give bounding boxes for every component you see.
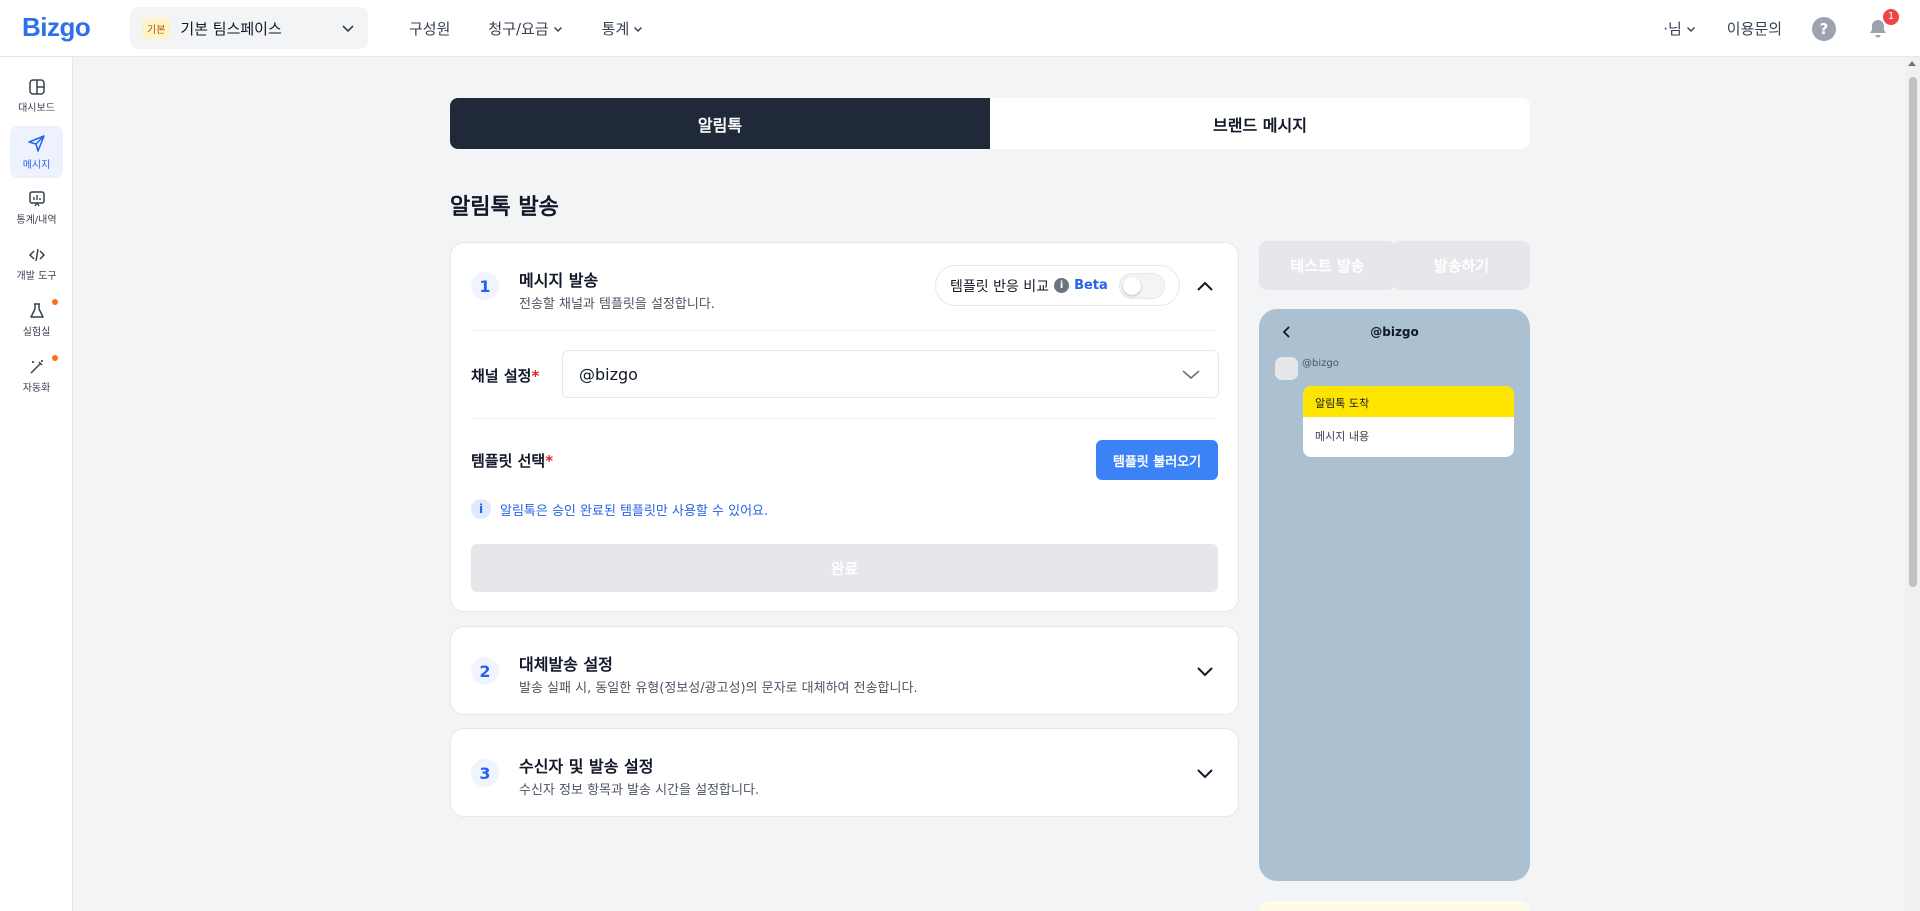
info-icon: i	[471, 499, 491, 519]
top-nav: 구성원 청구/요금 통계	[409, 0, 682, 57]
step-number: 1	[471, 272, 499, 300]
template-compare-label: 템플릿 반응 비교	[950, 278, 1050, 295]
section-description: 수신자 정보 항목과 발송 시간을 설정합니다.	[519, 783, 760, 798]
preview-message-bubble: 알림톡 도착 메시지 내용	[1303, 386, 1514, 457]
done-button[interactable]: 완료	[471, 544, 1218, 592]
template-label: 템플릿 선택*	[471, 450, 553, 471]
section-description: 발송 실패 시, 동일한 유형(정보성/광고성)의 문자로 대체하여 전송합니다…	[519, 681, 918, 696]
section-message-send: 1 메시지 발송 전송할 채널과 템플릿을 설정합니다. 템플릿 반응 비교 i…	[450, 242, 1239, 612]
sidebar-item-statistics[interactable]: 통계/내역	[10, 182, 63, 234]
message-type-tabs: 알림톡 브랜드 메시지	[450, 98, 1530, 149]
workspace-selector[interactable]: 기본 기본 팀스페이스	[130, 7, 368, 49]
avatar	[1275, 357, 1298, 380]
sidebar-item-dashboard[interactable]: 대시보드	[10, 70, 63, 122]
send-button[interactable]: 발송하기	[1393, 241, 1530, 290]
info-icon[interactable]: i	[1054, 278, 1070, 293]
sidebar-item-lab[interactable]: 실험실	[10, 294, 63, 346]
nav-members-label: 구성원	[409, 20, 451, 38]
magic-wand-icon	[28, 358, 46, 376]
inquiry-link[interactable]: 이용문의	[1727, 18, 1782, 39]
toggle-knob	[1122, 276, 1141, 295]
chevron-down-icon	[340, 20, 356, 36]
top-header: Bizgo 기본 기본 팀스페이스 구성원 청구/요금 통계 ·님 이용문의 ?…	[0, 0, 1920, 57]
dashboard-icon	[28, 78, 46, 96]
preview-sender: @bizgo	[1302, 358, 1339, 369]
load-template-button[interactable]: 템플릿 불러오기	[1096, 440, 1218, 480]
header-right: ·님 이용문의 ? 1	[1663, 0, 1899, 57]
channel-label-text: 채널 설정	[471, 367, 532, 385]
required-mark: *	[531, 367, 540, 385]
chevron-down-icon	[1685, 23, 1697, 35]
sidebar-item-label: 대시보드	[18, 103, 55, 114]
nav-billing[interactable]: 청구/요금	[488, 18, 563, 39]
tab-alimtalk[interactable]: 알림톡	[450, 98, 990, 149]
test-send-button[interactable]: 테스트 발송	[1259, 241, 1396, 290]
sidebar-item-message[interactable]: 메시지	[10, 126, 63, 178]
step-number: 2	[471, 657, 499, 685]
step-number: 3	[471, 759, 499, 787]
section-recipients[interactable]: 3 수신자 및 발송 설정 수신자 정보 항목과 발송 시간을 설정합니다.	[450, 728, 1239, 817]
notification-badge: 1	[1883, 8, 1899, 25]
sidebar-item-label: 메시지	[22, 160, 51, 171]
code-icon	[28, 246, 46, 264]
chevron-up-icon[interactable]	[1194, 276, 1216, 298]
chevron-down-icon[interactable]	[1194, 762, 1216, 784]
chevron-down-icon	[552, 23, 564, 35]
scroll-up-arrow-icon[interactable]	[1908, 61, 1916, 66]
message-preview: @bizgo @bizgo 알림톡 도착 메시지 내용	[1259, 309, 1530, 881]
sidebar-item-label: 개발 도구	[16, 271, 57, 282]
scrollbar-thumb[interactable]	[1909, 77, 1917, 587]
page-title: 알림톡 발송	[450, 195, 559, 220]
flask-icon	[28, 302, 46, 320]
channel-select[interactable]: @bizgo	[562, 350, 1219, 398]
user-name: ·님	[1663, 20, 1682, 38]
nav-statistics-label: 통계	[601, 20, 630, 38]
required-mark: *	[545, 452, 554, 470]
template-label-text: 템플릿 선택	[471, 452, 546, 470]
divider	[471, 418, 1218, 419]
section-title: 대체발송 설정	[519, 655, 613, 674]
new-indicator-dot	[52, 299, 58, 305]
chevron-down-icon	[1180, 363, 1202, 385]
workspace-name: 기본 팀스페이스	[180, 19, 282, 38]
template-compare-toggle[interactable]	[1118, 272, 1165, 299]
notification-bell-icon[interactable]: 1	[1866, 8, 1899, 41]
bizgo-logo[interactable]: Bizgo	[22, 12, 91, 43]
preview-channel-title: @bizgo	[1370, 325, 1419, 339]
user-menu[interactable]: ·님	[1663, 18, 1697, 39]
chevron-down-icon	[632, 23, 644, 35]
left-sidebar: 대시보드 메시지 통계/내역 개발 도구 실험실 자동화	[0, 57, 73, 911]
beta-badge: Beta	[1074, 278, 1108, 293]
help-icon[interactable]: ?	[1812, 16, 1836, 41]
channel-label: 채널 설정*	[471, 365, 539, 386]
nav-statistics[interactable]: 통계	[602, 18, 645, 39]
template-notice-text: 알림톡은 승인 완료된 템플릿만 사용할 수 있어요.	[500, 503, 769, 519]
bubble-header: 알림톡 도착	[1303, 386, 1514, 417]
section-title: 메시지 발송	[519, 271, 599, 290]
divider	[471, 330, 1218, 331]
chevron-down-icon[interactable]	[1194, 660, 1216, 682]
sidebar-item-automation[interactable]: 자동화	[10, 350, 63, 402]
sidebar-item-label: 자동화	[22, 383, 51, 394]
section-description: 전송할 채널과 템플릿을 설정합니다.	[519, 297, 715, 312]
preview-footer-card	[1259, 901, 1530, 911]
section-fallback-send[interactable]: 2 대체발송 설정 발송 실패 시, 동일한 유형(정보성/광고성)의 문자로 …	[450, 626, 1239, 715]
nav-members[interactable]: 구성원	[409, 18, 450, 39]
sidebar-item-devtools[interactable]: 개발 도구	[10, 238, 63, 290]
channel-select-value: @bizgo	[579, 364, 638, 384]
sidebar-item-label: 통계/내역	[16, 215, 57, 226]
template-notice: i 알림톡은 승인 완료된 템플릿만 사용할 수 있어요.	[471, 499, 768, 519]
section-title: 수신자 및 발송 설정	[519, 757, 654, 776]
new-indicator-dot	[52, 355, 58, 361]
tab-brand-message[interactable]: 브랜드 메시지	[990, 98, 1530, 149]
workspace-badge: 기본	[142, 17, 171, 39]
bubble-body: 메시지 내용	[1315, 430, 1370, 443]
template-compare-toggle-group: 템플릿 반응 비교 i Beta	[935, 265, 1180, 306]
send-icon	[27, 133, 47, 153]
chart-board-icon	[28, 190, 46, 208]
nav-billing-label: 청구/요금	[488, 20, 549, 38]
sidebar-item-label: 실험실	[22, 327, 51, 338]
